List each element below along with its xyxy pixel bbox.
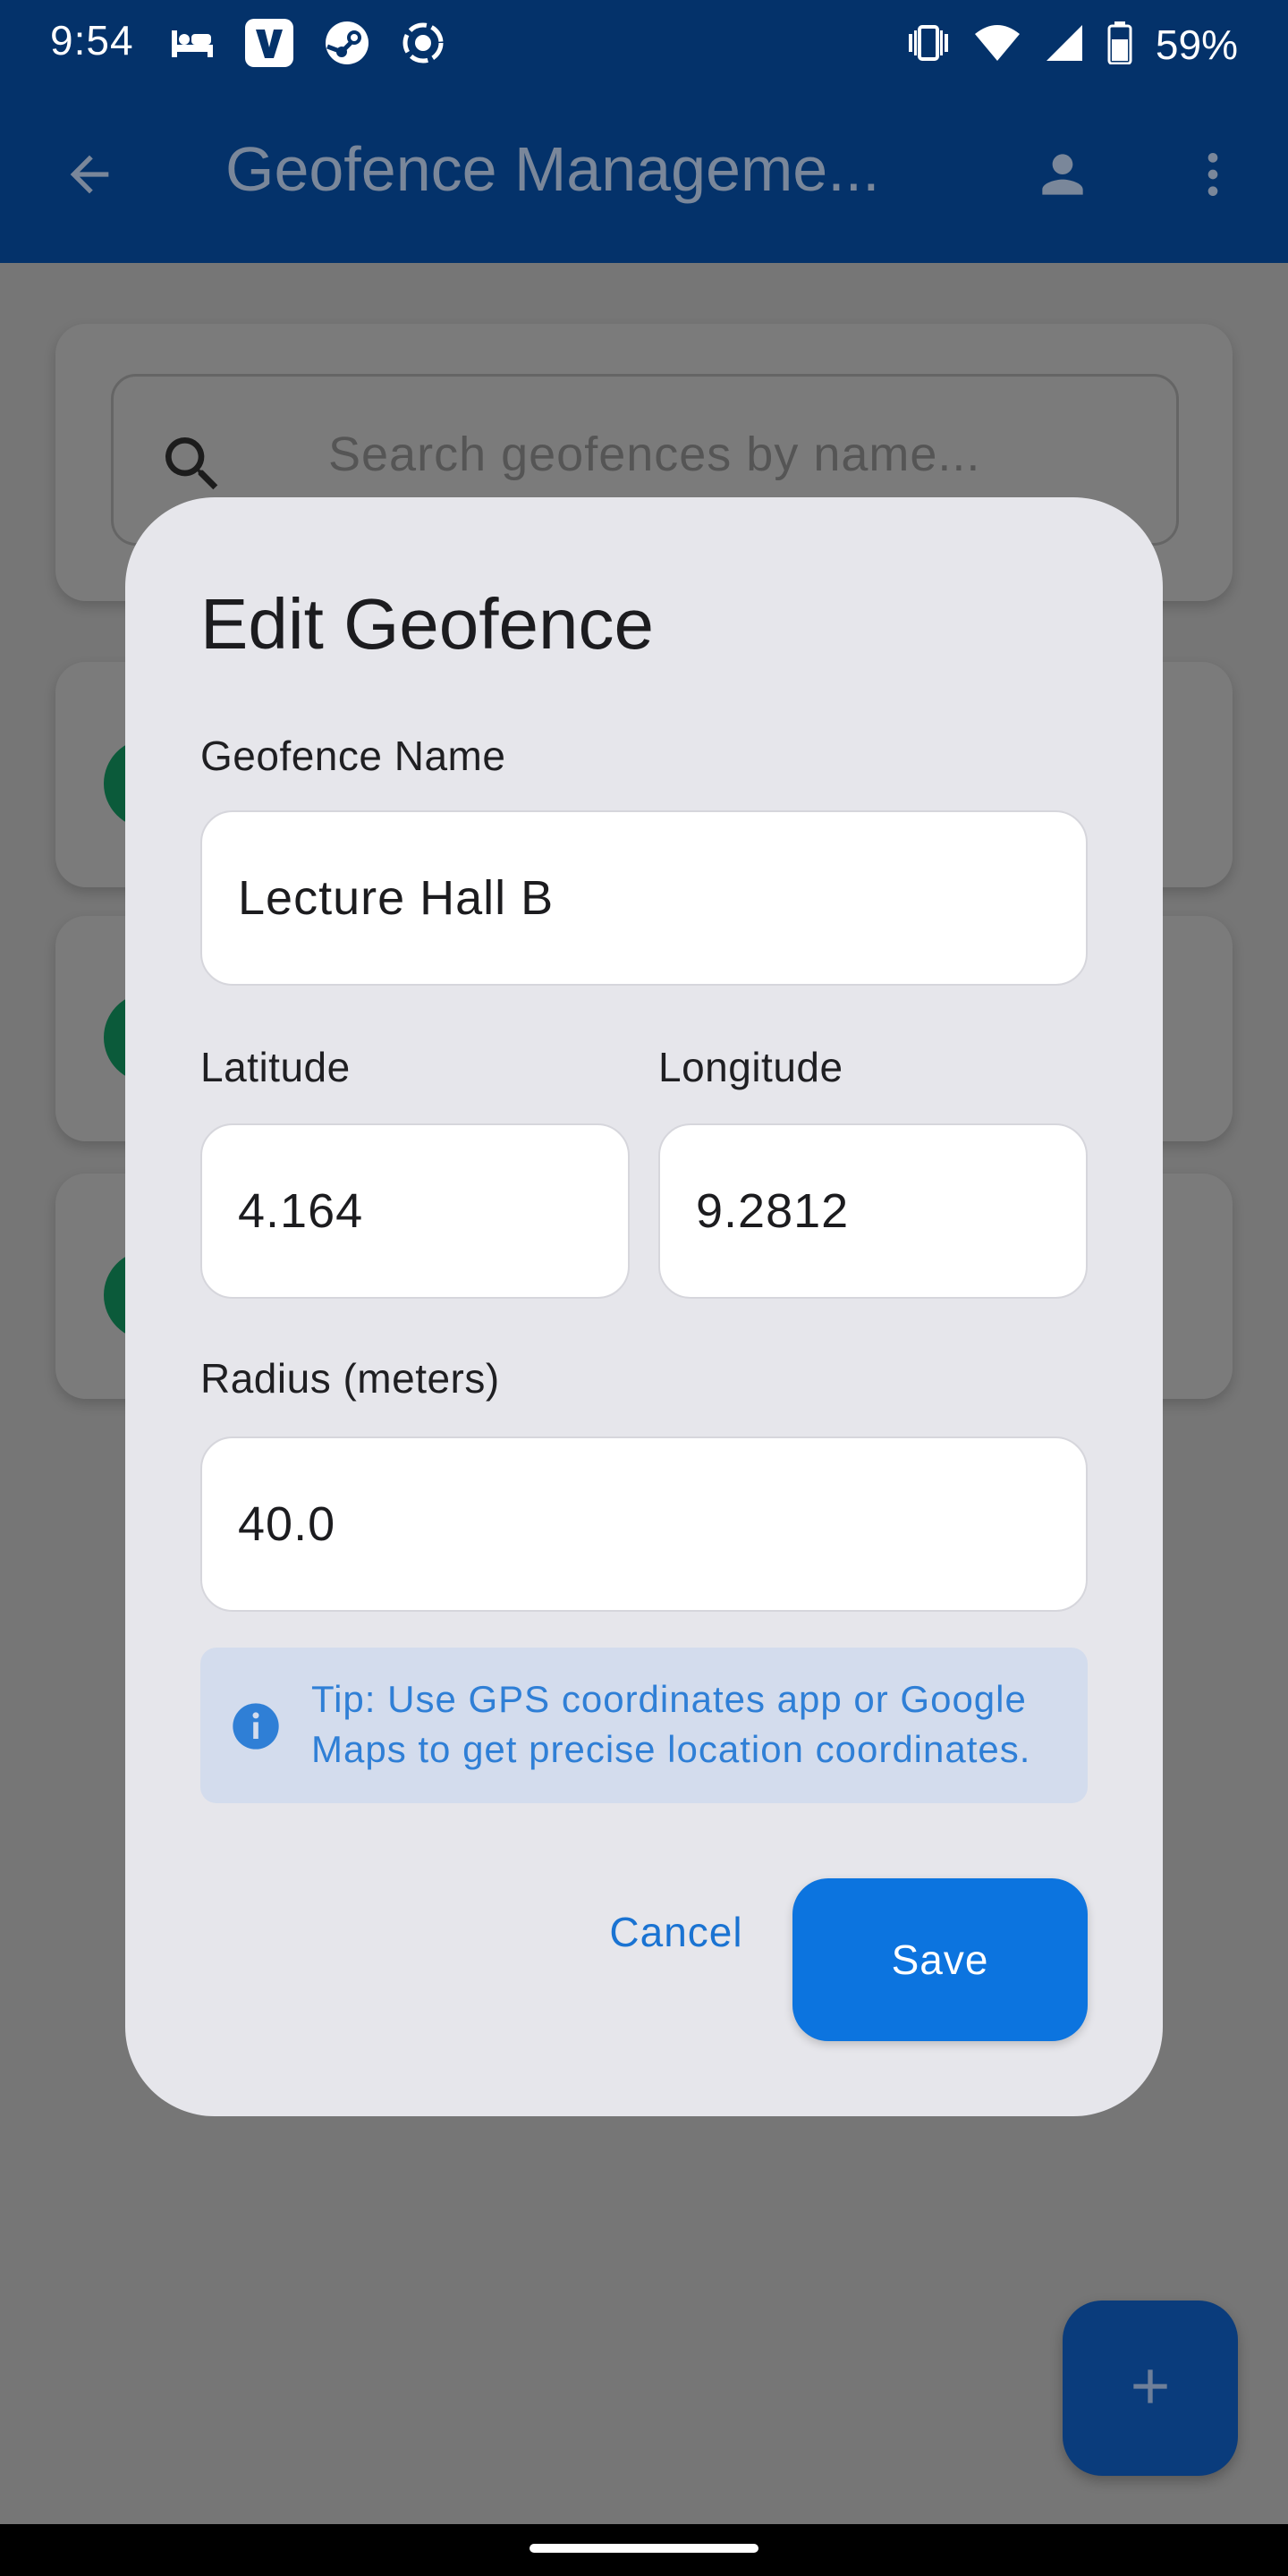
latitude-field[interactable] xyxy=(202,1125,628,1297)
add-geofence-button[interactable] xyxy=(1063,2301,1238,2476)
steam-icon xyxy=(324,20,370,71)
battery-icon xyxy=(1107,21,1132,69)
status-bar: 9:54 59% xyxy=(0,0,1288,89)
back-button[interactable] xyxy=(54,140,125,212)
signal-icon xyxy=(1045,23,1084,67)
radius-field-box xyxy=(200,1436,1088,1612)
radius-label: Radius (meters) xyxy=(200,1355,500,1402)
app-title: Geofence Manageme... xyxy=(225,134,880,204)
bed-icon xyxy=(170,27,215,64)
status-icons-right: 59% xyxy=(907,18,1238,72)
wifi-icon xyxy=(973,23,1021,67)
tip-text: Tip: Use GPS coordinates app or Google M… xyxy=(311,1678,1031,1770)
longitude-field-box xyxy=(658,1123,1088,1299)
search-placeholder: Search geofences by name... xyxy=(328,428,981,481)
tip-box: Tip: Use GPS coordinates app or Google M… xyxy=(200,1648,1088,1803)
plus-icon xyxy=(1122,2358,1179,2419)
vibrate-icon xyxy=(907,21,950,69)
longitude-field[interactable] xyxy=(660,1125,1086,1297)
longitude-label: Longitude xyxy=(658,1044,843,1090)
latitude-field-box xyxy=(200,1123,630,1299)
account-icon xyxy=(1032,144,1093,209)
info-icon xyxy=(231,1701,281,1751)
status-time: 9:54 xyxy=(50,17,134,64)
arrow-back-icon xyxy=(61,146,118,208)
save-button[interactable]: Save xyxy=(792,1878,1088,2041)
navigation-bar xyxy=(0,2524,1288,2576)
more-options-button[interactable] xyxy=(1177,140,1249,212)
geofence-name-field[interactable] xyxy=(202,812,1086,984)
radius-field[interactable] xyxy=(202,1438,1086,1610)
latitude-label: Latitude xyxy=(200,1044,351,1090)
app-bar: Geofence Manageme... xyxy=(0,89,1288,263)
cancel-button[interactable]: Cancel xyxy=(569,1880,784,1984)
geofence-name-field-box xyxy=(200,810,1088,986)
status-icons-left xyxy=(170,18,445,72)
edit-geofence-dialog: Edit Geofence Geofence Name Latitude Lon… xyxy=(125,497,1163,2116)
geofence-name-label: Geofence Name xyxy=(200,733,506,779)
battery-percent: 59% xyxy=(1155,21,1238,68)
record-icon xyxy=(401,21,445,70)
search-icon xyxy=(157,428,228,500)
account-button[interactable] xyxy=(1027,140,1098,212)
v-app-icon xyxy=(245,18,293,72)
home-gesture-handle[interactable] xyxy=(530,2544,758,2553)
dialog-title: Edit Geofence xyxy=(200,584,654,664)
more-vert-icon xyxy=(1184,146,1241,208)
